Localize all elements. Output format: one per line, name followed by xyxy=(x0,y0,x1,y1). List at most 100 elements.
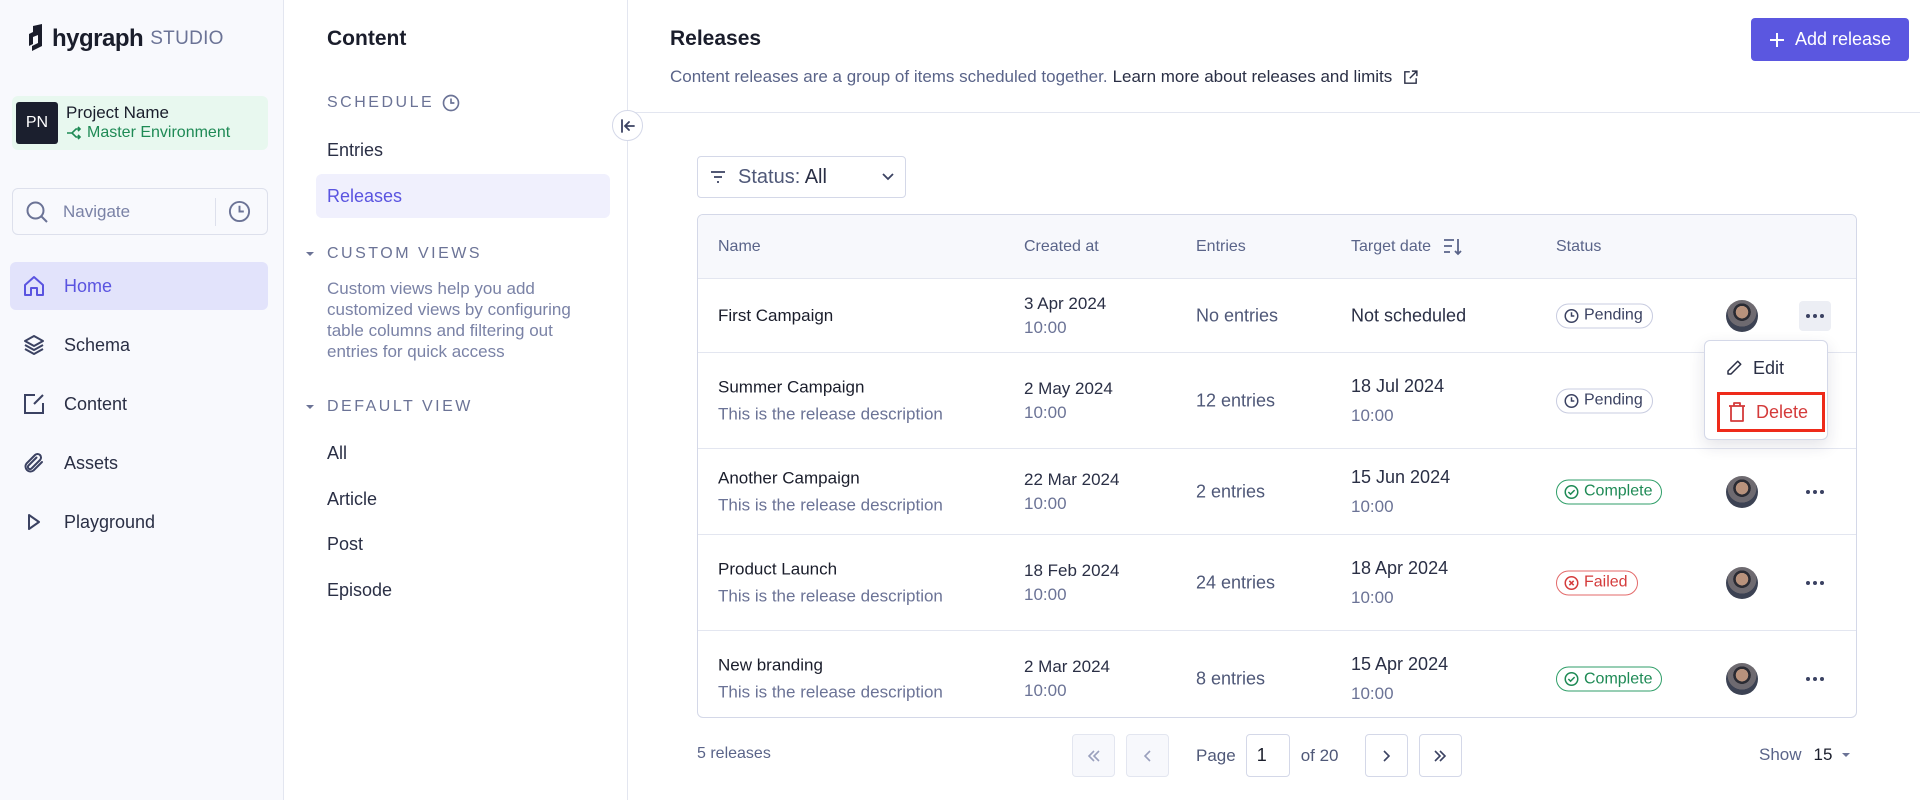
target-date: Not scheduled xyxy=(1351,305,1467,325)
author-avatar[interactable] xyxy=(1726,566,1758,599)
caret-down-icon[interactable] xyxy=(306,252,314,256)
created-at-cell: 22 Mar 2024 10:00 xyxy=(1024,470,1119,514)
environment-name: Master Environment xyxy=(87,124,231,141)
table-row[interactable]: New branding This is the release descript… xyxy=(698,631,1856,717)
clock-icon[interactable] xyxy=(228,200,251,223)
sidebar-item-episode[interactable]: Episode xyxy=(316,568,610,612)
status-badge: Pending xyxy=(1556,388,1653,413)
status-label: Complete xyxy=(1584,482,1653,500)
first-page-button[interactable] xyxy=(1072,734,1115,777)
filter-key: Status: xyxy=(738,165,801,188)
status-cell: Pending xyxy=(1556,388,1653,413)
avatar-image xyxy=(1726,663,1758,695)
divider xyxy=(215,197,216,226)
project-avatar: PN xyxy=(16,102,58,144)
page-title: Releases xyxy=(670,27,762,50)
created-date: 22 Mar 2024 xyxy=(1024,469,1120,489)
column-name[interactable]: Name xyxy=(718,238,761,256)
release-name-cell: First Campaign xyxy=(718,306,833,326)
created-date: 2 May 2024 xyxy=(1024,378,1113,398)
project-switcher[interactable]: PN Project Name Master Environment xyxy=(12,96,268,150)
status-label: Failed xyxy=(1584,573,1628,591)
entries-count: 2 entries xyxy=(1196,481,1266,501)
table-row[interactable]: First Campaign 3 Apr 2024 10:00 No entries N… xyxy=(698,279,1856,353)
sidebar-item-all[interactable]: All xyxy=(316,431,610,475)
author-avatar[interactable] xyxy=(1726,663,1758,695)
avatar-image xyxy=(1726,566,1758,599)
sidebar-title: Content xyxy=(327,27,407,50)
branch-icon xyxy=(67,126,82,140)
table-row[interactable]: Summer Campaign This is the release descr… xyxy=(698,353,1856,449)
target-date-cell: 18 Apr 2024 10:00 xyxy=(1351,558,1448,608)
sidebar-item-releases[interactable]: Releases xyxy=(316,174,610,218)
releases-count: 5 releases xyxy=(697,745,771,762)
more-actions-button[interactable] xyxy=(1799,477,1831,507)
target-date-cell: Not scheduled xyxy=(1351,305,1466,326)
nav-item-label: Schema xyxy=(64,334,131,355)
table-row[interactable]: Another Campaign This is the release desc… xyxy=(698,449,1856,535)
column-target-date[interactable]: Target date xyxy=(1351,238,1463,256)
nav-item-label: Assets xyxy=(64,452,119,473)
nav-item-schema[interactable]: Schema xyxy=(10,321,268,369)
created-time: 10:00 xyxy=(1024,681,1067,700)
caret-down-icon[interactable] xyxy=(306,405,314,409)
pagination: Page of 20 xyxy=(1072,734,1462,777)
release-description: This is the release description xyxy=(718,682,943,702)
dot xyxy=(1820,580,1824,585)
external-link-icon[interactable] xyxy=(1402,69,1419,86)
chevrons-left-icon xyxy=(1087,749,1100,762)
edit-square-icon xyxy=(24,394,44,414)
more-actions-button[interactable] xyxy=(1799,300,1831,331)
column-entries[interactable]: Entries xyxy=(1196,238,1246,256)
nav-item-assets[interactable]: Assets xyxy=(10,439,268,487)
table-row[interactable]: Product Launch This is the release descri… xyxy=(698,535,1856,631)
dot xyxy=(1820,677,1824,681)
column-status[interactable]: Status xyxy=(1556,238,1601,256)
dot xyxy=(1806,580,1810,585)
nav-item-label: Content xyxy=(64,393,128,414)
nav-item-home[interactable]: Home xyxy=(10,262,268,310)
column-created-at[interactable]: Created at xyxy=(1024,238,1099,256)
previous-page-button[interactable] xyxy=(1126,734,1169,777)
logo-product: STUDIO xyxy=(150,28,224,49)
nav-item-playground[interactable]: Playground xyxy=(10,498,268,546)
release-name[interactable]: New branding xyxy=(718,656,943,676)
column-label: Target date xyxy=(1351,237,1432,255)
author-avatar[interactable] xyxy=(1726,475,1758,508)
collapse-sidebar-button[interactable] xyxy=(612,110,643,141)
release-name[interactable]: First Campaign xyxy=(718,306,833,326)
default-view-heading[interactable]: DEFAULT VIEW xyxy=(327,398,473,416)
last-page-button[interactable] xyxy=(1418,734,1462,777)
sidebar-item-entries[interactable]: Entries xyxy=(316,128,610,172)
created-time: 10:00 xyxy=(1024,317,1067,337)
sidebar-item-post[interactable]: Post xyxy=(316,522,610,566)
page-size-value: 15 xyxy=(1813,745,1833,764)
sort-icon[interactable] xyxy=(1443,238,1463,256)
content-sidebar: Content SCHEDULE Entries Releases CUSTOM… xyxy=(284,0,628,800)
custom-views-heading[interactable]: CUSTOM VIEWS xyxy=(327,245,482,263)
status-filter-dropdown[interactable]: Status: All xyxy=(697,156,906,198)
delete-menu-item[interactable]: Delete xyxy=(1717,392,1825,432)
filter-label: Status: All xyxy=(738,166,827,189)
page-number-input[interactable] xyxy=(1245,734,1290,777)
navigate-input[interactable] xyxy=(63,201,213,222)
release-name[interactable]: Summer Campaign xyxy=(718,377,943,397)
author-avatar[interactable] xyxy=(1726,299,1758,332)
chevron-down-icon xyxy=(882,173,894,181)
more-actions-button[interactable] xyxy=(1799,568,1831,598)
learn-more-link[interactable]: Learn more about releases and limits xyxy=(1113,67,1393,87)
release-name[interactable]: Another Campaign xyxy=(718,468,943,488)
caret-down-icon xyxy=(1842,753,1851,757)
edit-menu-item[interactable]: Edit xyxy=(1715,348,1821,388)
more-actions-button[interactable] xyxy=(1799,664,1831,694)
add-release-button[interactable]: Add release xyxy=(1751,18,1909,61)
release-name[interactable]: Product Launch xyxy=(718,559,943,579)
nav-item-content[interactable]: Content xyxy=(10,380,268,428)
page-size-select[interactable]: Show 15 xyxy=(1759,745,1851,765)
logo[interactable]: hygraph STUDIO xyxy=(26,24,224,54)
row-actions xyxy=(1799,300,1831,331)
releases-page: Releases Content releases are a group of… xyxy=(629,0,1920,800)
main-navigation: hygraph STUDIO PN Project Name Master En… xyxy=(0,0,284,800)
next-page-button[interactable] xyxy=(1364,734,1408,777)
sidebar-item-article[interactable]: Article xyxy=(316,477,610,521)
